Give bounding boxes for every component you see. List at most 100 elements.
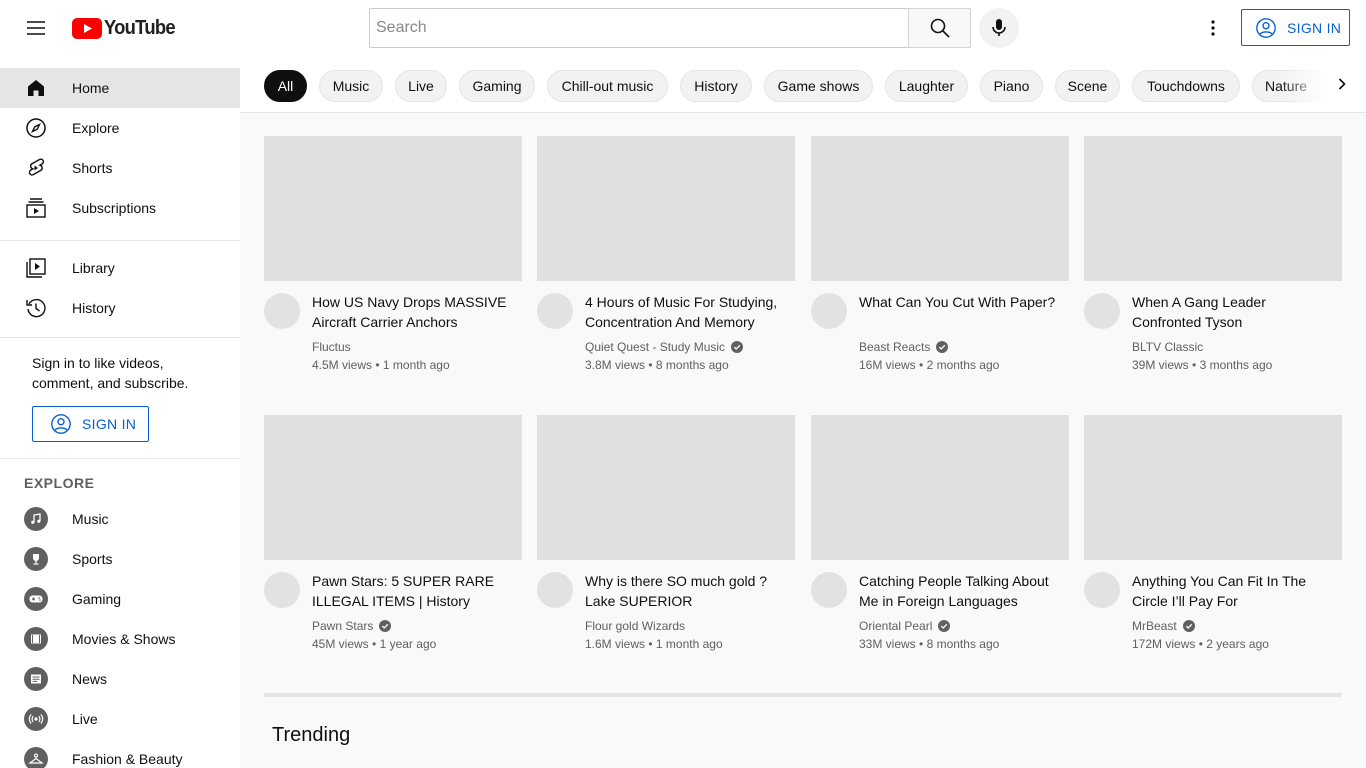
sidebar-item-label: Shorts — [72, 160, 113, 176]
sidebar-item-label: Movies & Shows — [72, 631, 176, 647]
sidebar-item-gaming[interactable]: Gaming — [0, 579, 240, 619]
chip-piano[interactable]: Piano — [980, 70, 1043, 102]
channel-name[interactable]: Flour gold Wizards — [585, 619, 685, 633]
sidebar-item-news[interactable]: News — [0, 659, 240, 699]
channel-avatar[interactable] — [264, 293, 300, 329]
video-thumbnail[interactable] — [1084, 136, 1342, 281]
chip-music[interactable]: Music — [319, 70, 383, 102]
video-card: When A Gang Leader Confronted Tyson BLTV… — [1084, 136, 1342, 386]
channel-name[interactable]: Beast Reacts — [859, 340, 949, 354]
channel-name-text: Flour gold Wizards — [585, 619, 686, 633]
view-count: 39M views — [1132, 358, 1189, 372]
channel-avatar[interactable] — [537, 572, 573, 608]
video-thumbnail[interactable] — [811, 136, 1069, 281]
video-meta: 172M views • 2 years ago — [1132, 637, 1269, 651]
video-thumbnail[interactable] — [264, 136, 522, 281]
video-title[interactable]: Pawn Stars: 5 SUPER RARE ILLEGAL ITEMS |… — [312, 571, 517, 611]
menu-hamburger-icon[interactable] — [16, 8, 56, 48]
sidebar-item-home[interactable]: Home — [0, 68, 240, 108]
verified-check-icon — [938, 620, 951, 632]
chip-gaming[interactable]: Gaming — [459, 70, 535, 102]
hanger-icon — [24, 747, 48, 768]
voice-search-button[interactable] — [979, 8, 1019, 48]
sidebar-item-explore[interactable]: Explore — [0, 108, 240, 148]
meta-separator: • — [648, 358, 653, 372]
view-count: 16M views — [859, 358, 916, 372]
video-thumbnail[interactable] — [537, 136, 795, 281]
sidebar-item-label: Explore — [72, 120, 120, 136]
video-meta: 4.5M views • 1 month ago — [312, 358, 450, 372]
history-icon — [24, 296, 48, 320]
sidebar-item-live[interactable]: Live — [0, 699, 240, 739]
channel-avatar[interactable] — [811, 293, 847, 329]
account-circle-icon — [1256, 17, 1276, 38]
subscriptions-icon — [24, 196, 48, 220]
video-card: Pawn Stars: 5 SUPER RARE ILLEGAL ITEMS |… — [264, 415, 522, 665]
channel-avatar[interactable] — [811, 572, 847, 608]
chevron-right-icon — [1338, 78, 1346, 90]
channel-avatar[interactable] — [1084, 572, 1120, 608]
sidebar-item-fashion-beauty[interactable]: Fashion & Beauty — [0, 739, 240, 768]
video-title[interactable]: Why is there SO much gold ? Lake SUPERIO… — [585, 571, 790, 611]
sidebar-item-label: Library — [72, 260, 115, 276]
search-input[interactable] — [369, 8, 908, 48]
upload-age: 1 year ago — [379, 637, 437, 651]
settings-more-button[interactable] — [1193, 8, 1233, 48]
verified-check-icon — [1182, 620, 1195, 632]
sidebar: Home Explore Shorts Subscriptions Librar… — [0, 56, 240, 768]
upload-age: 3 months ago — [1199, 358, 1273, 372]
channel-name-text: MrBeast — [1132, 619, 1177, 633]
verified-check-icon — [936, 341, 949, 353]
chip-live[interactable]: Live — [395, 70, 447, 102]
video-meta: 33M views • 8 months ago — [859, 637, 999, 651]
video-thumbnail[interactable] — [811, 415, 1069, 560]
channel-name[interactable]: Fluctus — [312, 340, 351, 354]
sidebar-item-label: Gaming — [72, 591, 122, 607]
sidebar-item-library[interactable]: Library — [0, 248, 240, 288]
chip-laughter[interactable]: Laughter — [885, 70, 968, 102]
youtube-logo[interactable]: YouTube — [72, 16, 181, 40]
video-title[interactable]: Catching People Talking About Me in Fore… — [859, 571, 1064, 611]
video-title[interactable]: Anything You Can Fit In The Circle I’ll … — [1132, 571, 1337, 611]
search-button[interactable] — [908, 8, 971, 48]
chip-scene[interactable]: Scene — [1055, 70, 1120, 102]
channel-name[interactable]: Quiet Quest - Study Music — [585, 340, 744, 354]
video-title[interactable]: When A Gang Leader Confronted Tyson — [1132, 292, 1337, 332]
channel-avatar[interactable] — [537, 293, 573, 329]
video-thumbnail[interactable] — [1084, 415, 1342, 560]
sidebar-item-movies-shows[interactable]: Movies & Shows — [0, 619, 240, 659]
video-thumbnail[interactable] — [264, 415, 522, 560]
compass-icon — [24, 116, 48, 140]
video-title[interactable]: How US Navy Drops MASSIVE Aircraft Carri… — [312, 292, 517, 332]
chip-game-shows[interactable]: Game shows — [764, 70, 873, 102]
channel-name-text: Beast Reacts — [859, 340, 931, 354]
sidebar-item-label: Fashion & Beauty — [72, 751, 183, 767]
video-card: 4 Hours of Music For Studying, Concentra… — [537, 136, 795, 386]
channel-name-text: Pawn Stars — [312, 619, 374, 633]
video-card: Catching People Talking About Me in Fore… — [811, 415, 1069, 665]
video-title[interactable]: What Can You Cut With Paper? — [859, 292, 1064, 312]
chip-history[interactable]: History — [680, 70, 752, 102]
chip-chill-out-music[interactable]: Chill-out music — [547, 70, 668, 102]
trophy-icon — [24, 547, 48, 571]
view-count: 172M views — [1132, 637, 1196, 651]
header-sign-in-button[interactable]: SIGN IN — [1241, 9, 1350, 46]
sidebar-item-sports[interactable]: Sports — [0, 539, 240, 579]
section-divider — [264, 693, 1342, 697]
video-title[interactable]: 4 Hours of Music For Studying, Concentra… — [585, 292, 790, 332]
chip-touchdowns[interactable]: Touchdowns — [1132, 70, 1240, 102]
sidebar-sign-in-button[interactable]: SIGN IN — [32, 406, 149, 442]
channel-name[interactable]: BLTV Classic — [1132, 340, 1203, 354]
channel-avatar[interactable] — [1084, 293, 1120, 329]
channel-avatar[interactable] — [264, 572, 300, 608]
chips-next-button[interactable] — [1322, 64, 1362, 104]
sidebar-item-history[interactable]: History — [0, 288, 240, 328]
sidebar-item-music[interactable]: Music — [0, 499, 240, 539]
sidebar-item-shorts[interactable]: Shorts — [0, 148, 240, 188]
chip-all[interactable]: All — [264, 70, 307, 102]
video-thumbnail[interactable] — [537, 415, 795, 560]
sidebar-item-subscriptions[interactable]: Subscriptions — [0, 188, 240, 228]
channel-name[interactable]: Oriental Pearl — [859, 619, 951, 633]
channel-name[interactable]: MrBeast — [1132, 619, 1195, 633]
channel-name[interactable]: Pawn Stars — [312, 619, 392, 633]
